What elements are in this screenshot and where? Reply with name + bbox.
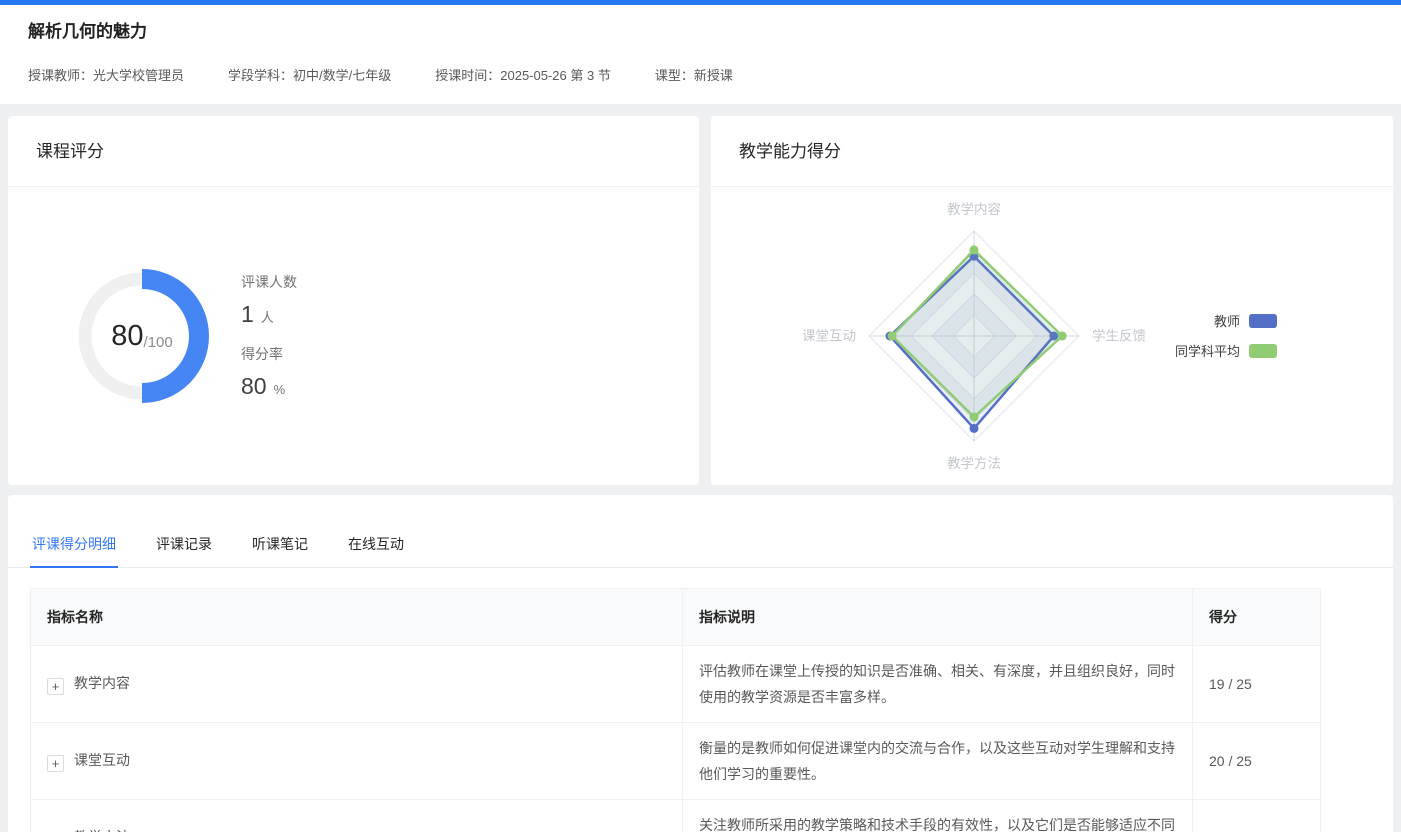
donut-score-max: /100 — [144, 334, 173, 351]
header-indicator-name: 指标名称 — [31, 589, 683, 646]
svg-text:课堂互动: 课堂互动 — [802, 329, 856, 344]
course-score-card: 课程评分 80 /100 评课人数 1 人 得分率 — [8, 116, 699, 485]
teaching-ability-card-title: 教学能力得分 — [711, 116, 1393, 187]
page-header: 解析几何的魅力 授课教师：光大学校管理员 学段学科：初中/数学/七年级 授课时间… — [0, 5, 1401, 104]
svg-text:教学方法: 教学方法 — [947, 456, 1001, 471]
donut-center-label: 80 /100 — [67, 261, 217, 411]
detail-panel: 评课得分明细 评课记录 听课笔记 在线互动 指标名称 指标说明 得分 +教学内容… — [8, 495, 1393, 832]
legend-item-teacher[interactable]: 教师 — [1175, 311, 1277, 330]
indicator-desc-cell: 衡量的是教师如何促进课堂内的交流与合作，以及这些互动对学生理解和支持他们学习的重… — [683, 723, 1193, 800]
meta-course-type: 课型：新授课 — [655, 65, 733, 84]
table-header-row: 指标名称 指标说明 得分 — [31, 589, 1321, 646]
expand-row-button[interactable]: + — [47, 755, 64, 772]
score-cell: 19 / 25 — [1193, 646, 1321, 723]
header-indicator-desc: 指标说明 — [683, 589, 1193, 646]
course-score-card-title: 课程评分 — [8, 116, 699, 187]
radar-chart: 教学内容学生反馈教学方法 课堂互动 — [754, 181, 1194, 485]
tab-score-detail[interactable]: 评课得分明细 — [30, 535, 118, 567]
expand-row-button[interactable]: + — [47, 678, 64, 695]
svg-text:学生反馈: 学生反馈 — [1092, 329, 1146, 344]
indicator-name-cell: +教学方法 — [31, 800, 683, 832]
legend-item-subject-average[interactable]: 同学科平均 — [1175, 341, 1277, 360]
indicator-desc-cell: 评估教师在课堂上传授的知识是否准确、相关、有深度，并且组织良好，同时使用的教学资… — [683, 646, 1193, 723]
header-score: 得分 — [1193, 589, 1321, 646]
course-meta-row: 授课教师：光大学校管理员 学段学科：初中/数学/七年级 授课时间：2025-05… — [28, 65, 1373, 84]
score-cell: 20 / 25 — [1193, 723, 1321, 800]
tab-bar: 评课得分明细 评课记录 听课笔记 在线互动 — [8, 495, 1393, 568]
score-detail-table: 指标名称 指标说明 得分 +教学内容 评估教师在课堂上传授的知识是否准确、相关、… — [30, 588, 1321, 832]
meta-teacher: 授课教师：光大学校管理员 — [28, 65, 184, 84]
indicator-name-cell: +教学内容 — [31, 646, 683, 723]
gauge-metrics: 评课人数 1 人 得分率 80 % — [241, 272, 297, 400]
teaching-ability-card: 教学能力得分 教学内容学生反馈教学方法 课堂互动 教师 同学科平均 — [711, 116, 1393, 485]
tab-online-interaction[interactable]: 在线互动 — [346, 535, 406, 567]
radar-legend: 教师 同学科平均 — [1175, 311, 1277, 371]
donut-score-value: 80 — [111, 320, 143, 353]
meta-time: 授课时间：2025-05-26 第 3 节 — [435, 65, 611, 84]
rater-count-value: 1 — [241, 301, 254, 328]
table-row: +教学内容 评估教师在课堂上传授的知识是否准确、相关、有深度，并且组织良好，同时… — [31, 646, 1321, 723]
table-row: +教学方法 关注教师所采用的教学策略和技术手段的有效性，以及它们是否能够适应不同… — [31, 800, 1321, 832]
tab-evaluation-records[interactable]: 评课记录 — [154, 535, 214, 567]
score-rate-value: 80 — [241, 373, 267, 400]
metric-rater-count: 评课人数 1 人 — [241, 272, 297, 328]
score-cell: 22 / 25 — [1193, 800, 1321, 832]
meta-subject: 学段学科：初中/数学/七年级 — [228, 65, 391, 84]
donut-chart: 80 /100 — [67, 261, 217, 411]
metric-score-rate: 得分率 80 % — [241, 344, 297, 400]
teacher-series-swatch — [1249, 314, 1277, 328]
indicator-desc-cell: 关注教师所采用的教学策略和技术手段的有效性，以及它们是否能够适应不同的学习风格和… — [683, 800, 1193, 832]
svg-text:教学内容: 教学内容 — [947, 201, 1001, 217]
page-title: 解析几何的魅力 — [28, 17, 1373, 42]
table-row: +课堂互动 衡量的是教师如何促进课堂内的交流与合作，以及这些互动对学生理解和支持… — [31, 723, 1321, 800]
average-series-swatch — [1249, 344, 1277, 358]
indicator-name-cell: +课堂互动 — [31, 723, 683, 800]
tab-listening-notes[interactable]: 听课笔记 — [250, 535, 310, 567]
